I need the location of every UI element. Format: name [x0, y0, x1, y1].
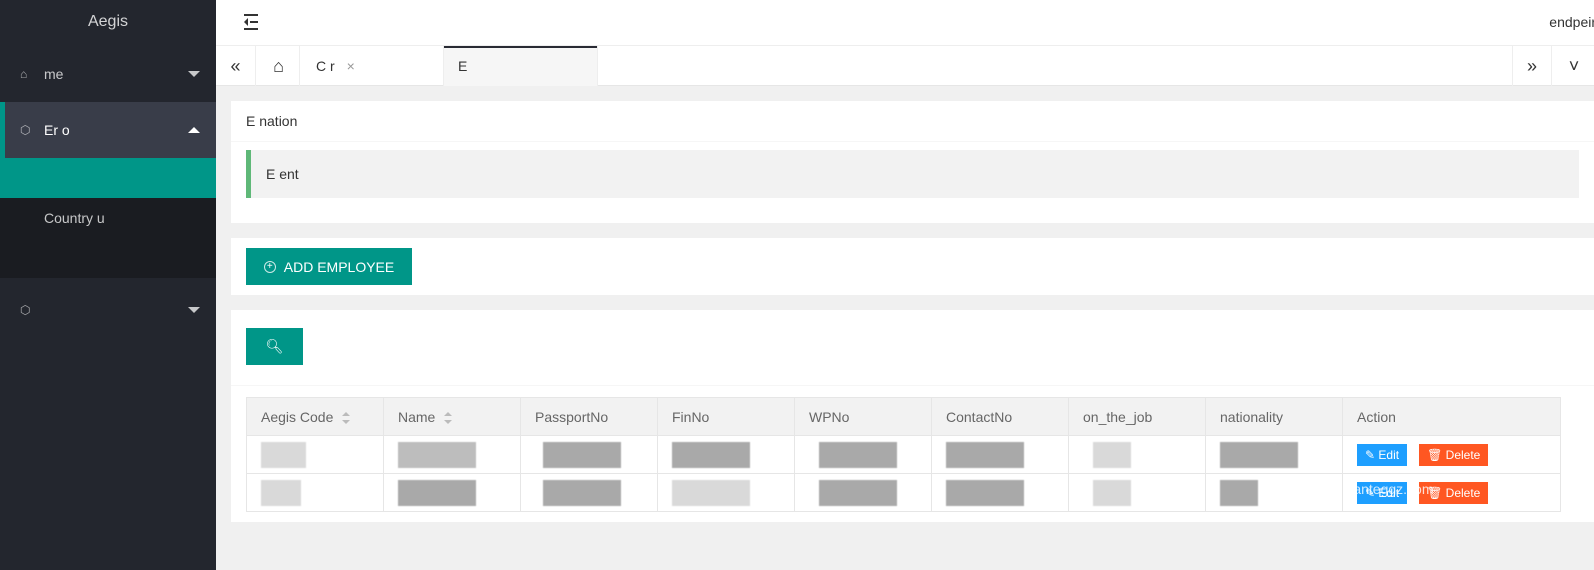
info-quote: E ent — [246, 150, 1579, 198]
search-icon: 🔍︎ — [265, 338, 284, 354]
employee-table: Aegis Code Name PassportNo FinNo WPNo Co… — [246, 397, 1561, 512]
search-button[interactable]: 🔍︎ — [246, 328, 303, 365]
toolbar-card — [231, 238, 1594, 295]
chevron-down-icon[interactable]: ˅ — [1554, 46, 1594, 86]
cell-actions: ✎ Edit 🗑 Delete — [1342, 435, 1561, 474]
cell-redacted — [1205, 435, 1343, 474]
col-header-passport: PassportNo — [520, 397, 658, 436]
tab-label: E — [458, 58, 468, 74]
table-row: ✎ Edit 🗑 Delete — [246, 435, 1561, 474]
tab-item[interactable]: C r × — [302, 46, 444, 86]
cell-redacted — [383, 473, 521, 512]
col-header-wp: WPNo — [794, 397, 932, 436]
menu-toggle-icon[interactable] — [244, 14, 262, 30]
cell-redacted — [246, 473, 384, 512]
col-header-on-the-job: on_the_job — [1068, 397, 1206, 436]
sort-icon[interactable] — [443, 411, 453, 424]
sidebar-item-other[interactable]: ⬡ — [0, 282, 216, 338]
cube-icon: ⬡ — [20, 123, 31, 137]
chevron-down-icon — [188, 307, 200, 313]
cell-redacted — [520, 435, 658, 474]
sort-icon[interactable] — [341, 411, 351, 424]
tabs-prev-icon[interactable]: « — [216, 46, 256, 86]
col-header-aegis-code[interactable]: Aegis Code — [246, 397, 384, 436]
add-employee-label: ADD EMPLOYEE — [283, 258, 395, 275]
user-name[interactable]: endpeir — [1549, 14, 1594, 30]
app-logo: Aegis — [87, 13, 129, 30]
cell-actions: ✎ Edit 🗑 Delete — [1342, 473, 1561, 512]
close-icon[interactable]: × — [347, 58, 355, 74]
sidebar: Aegis ⌂ me ⬡ Er o Country u ⬡ — [0, 0, 216, 570]
sidebar-item-label: me — [44, 66, 64, 82]
info-card: E nation E ent — [231, 101, 1594, 223]
sidebar-item-employee[interactable]: ⬡ Er o — [0, 102, 216, 158]
cell-redacted — [1205, 473, 1343, 512]
info-title: E nation — [231, 101, 1594, 142]
submenu: Country u — [0, 158, 216, 278]
add-employee-button[interactable]: + ADD EMPLOYEE — [246, 248, 412, 285]
cell-redacted — [383, 435, 521, 474]
divider — [231, 385, 1594, 386]
home-icon: ⌂ — [20, 67, 28, 81]
table-row: ✎ Edit 🗑 Delete — [246, 473, 1561, 512]
cell-redacted — [794, 435, 932, 474]
chevron-up-icon — [188, 127, 200, 133]
sidebar-item-home[interactable]: ⌂ me — [0, 46, 216, 102]
chevron-down-icon — [188, 71, 200, 77]
table-header-row: Aegis Code Name PassportNo FinNo WPNo Co… — [246, 397, 1561, 436]
top-header: endpeir — [216, 0, 1594, 46]
delete-button[interactable]: 🗑 Delete — [1419, 443, 1489, 466]
submenu-item-country[interactable]: Country u — [0, 198, 216, 238]
edit-button[interactable]: ✎ Edit — [1357, 481, 1408, 504]
tab-item-active[interactable]: E — [444, 46, 598, 86]
cell-redacted — [1068, 435, 1206, 474]
edit-button[interactable]: ✎ Edit — [1357, 443, 1408, 466]
cell-redacted — [1068, 473, 1206, 512]
col-header-action: Action — [1342, 397, 1561, 436]
col-header-contact: ContactNo — [931, 397, 1069, 436]
tab-label: C r — [316, 58, 335, 74]
sidebar-item-label: Er o — [44, 122, 70, 138]
tabs-next-icon[interactable]: » — [1512, 46, 1552, 86]
cell-redacted — [520, 473, 658, 512]
cell-redacted — [657, 435, 795, 474]
cell-redacted — [246, 435, 384, 474]
col-header-nationality: nationality — [1205, 397, 1343, 436]
delete-button[interactable]: 🗑 Delete — [1419, 481, 1489, 504]
col-header-fin: FinNo — [657, 397, 795, 436]
submenu-item[interactable] — [0, 238, 216, 278]
cell-redacted — [931, 435, 1069, 474]
submenu-item-employee[interactable] — [0, 158, 216, 198]
plus-circle-icon: + — [263, 260, 276, 273]
col-header-name[interactable]: Name — [383, 397, 521, 436]
cell-redacted — [794, 473, 932, 512]
cell-redacted — [931, 473, 1069, 512]
home-tab-icon[interactable]: ⌂ — [258, 46, 300, 86]
cube-icon: ⬡ — [20, 303, 31, 317]
tab-bar: « ⌂ C r × E » ˅ — [216, 46, 1594, 86]
cell-redacted — [657, 473, 795, 512]
